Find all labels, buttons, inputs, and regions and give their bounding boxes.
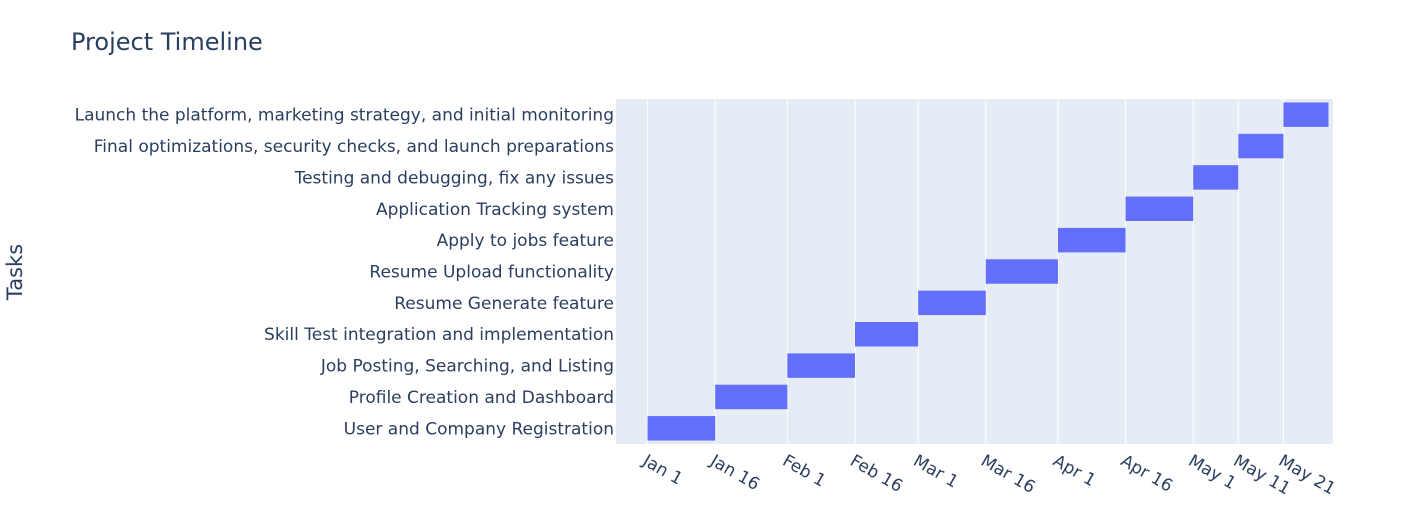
- y-tick-label: Resume Generate feature: [394, 294, 614, 314]
- task-bar: [855, 321, 919, 347]
- task-bar: [647, 416, 716, 441]
- chart-title: Project Timeline: [71, 28, 263, 56]
- x-tick-label: Mar 1: [910, 451, 962, 492]
- task-bar: [1283, 102, 1329, 127]
- x-tick-label: Feb 16: [847, 451, 906, 497]
- y-tick-label: Testing and debugging, fix any issues: [294, 168, 615, 188]
- x-tick-label: Jan 1: [638, 451, 686, 490]
- task-bar: [985, 259, 1058, 284]
- x-tick-label: Feb 1: [779, 451, 829, 491]
- x-tick-label: Jan 16: [706, 451, 763, 495]
- task-bar: [715, 384, 788, 410]
- y-tick-label: Job Posting, Searching, and Listing: [320, 357, 614, 377]
- plot-area: User and Company Registration Profile Cre…: [75, 99, 1339, 499]
- x-tick-label: May 1: [1185, 451, 1239, 494]
- x-tick-label: Mar 16: [977, 451, 1038, 498]
- y-tick-label: Final optimizations, security checks, an…: [94, 137, 614, 157]
- y-tick-label: Profile Creation and Dashboard: [349, 388, 614, 408]
- y-tick-label: Resume Upload functionality: [369, 263, 614, 283]
- task-bar: [1125, 196, 1194, 222]
- y-tick-label: Apply to jobs feature: [437, 231, 614, 251]
- x-tick-label: Apr 16: [1117, 451, 1176, 497]
- y-tick-label: Application Tracking system: [376, 200, 614, 220]
- task-bar: [918, 290, 986, 316]
- y-tick-label: Skill Test integration and implementatio…: [264, 325, 614, 345]
- task-bar: [787, 353, 855, 378]
- y-axis-title: Tasks: [3, 244, 27, 301]
- y-tick-label: Launch the platform, marketing strategy,…: [75, 106, 614, 126]
- x-tick-label: Apr 1: [1049, 451, 1099, 491]
- chart-root: Project Timeline Tasks User and Company …: [0, 0, 1413, 525]
- task-bar: [1193, 165, 1239, 190]
- task-bar: [1238, 133, 1284, 159]
- y-tick-label: User and Company Registration: [344, 419, 614, 439]
- task-bar: [1057, 227, 1126, 253]
- gantt-chart: Project Timeline Tasks User and Company …: [3, 28, 1339, 499]
